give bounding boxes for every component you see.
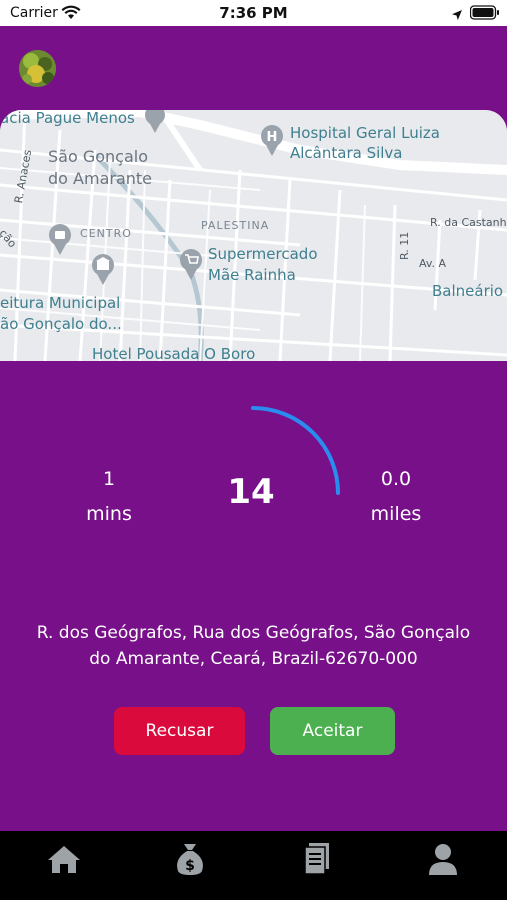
map-label-hospital: Hospital Geral Luiza: [290, 124, 440, 142]
map-label-balneario: Balneário c: [432, 282, 507, 300]
tab-bar: $: [0, 831, 507, 900]
map-label-r11: R. 11: [398, 231, 411, 260]
map-label-pharmacy: acia Pague Menos: [0, 110, 135, 127]
map-label-hospital-2: Alcântara Silva: [290, 144, 403, 162]
map-label-prefeitura-2: ão Gonçalo do...: [0, 315, 122, 333]
countdown-value: 14: [227, 472, 275, 512]
address-line-1: R. dos Geógrafos, Rua dos Geógrafos, São…: [36, 623, 471, 643]
svg-text:H: H: [267, 130, 278, 145]
address-line-2: do Amarante, Ceará, Brazil-62670-000: [89, 649, 418, 669]
distance-unit: miles: [370, 503, 422, 525]
status-bar: Carrier 7:36 PM: [0, 0, 507, 26]
map-label-centro: CENTRO: [80, 227, 132, 240]
map-label-av-a: Av. A: [419, 257, 447, 270]
profile-icon: [429, 844, 457, 875]
receipt-icon: [304, 843, 329, 875]
tab-home[interactable]: [44, 841, 84, 877]
map-label-city: São Gonçalo: [48, 147, 148, 166]
distance-metric: 0.0 miles: [365, 462, 427, 532]
map-view[interactable]: H acia Pague Menos Hospital Geral Luiza …: [0, 110, 507, 361]
tab-history[interactable]: [297, 841, 337, 877]
map-label-hotel: Hotel Pousada O Boro: [92, 345, 256, 361]
avatar[interactable]: [19, 50, 56, 87]
distance-value: 0.0: [380, 468, 412, 490]
map-label-prefeitura: eitura Municipal: [0, 294, 121, 312]
money-bag-icon: $: [177, 844, 203, 875]
map-label-city-2: do Amarante: [48, 169, 153, 188]
map-label-supermarket: Supermercado: [208, 245, 318, 263]
location-arrow-icon: [451, 6, 463, 25]
home-icon: [48, 846, 80, 873]
map-label-r-castanhe: R. da Castanhe: [430, 216, 507, 229]
duration-metric: 1 mins: [79, 462, 139, 532]
trip-summary: 1 mins 14 0.0 miles: [0, 400, 507, 540]
map-label-palestina: PALESTINA: [201, 219, 270, 232]
svg-text:$: $: [185, 858, 195, 874]
pickup-address: R. dos Geógrafos, Rua dos Geógrafos, São…: [20, 620, 487, 672]
duration-value: 1: [102, 468, 116, 490]
duration-unit: mins: [86, 503, 132, 525]
tab-earnings[interactable]: $: [170, 841, 210, 877]
reject-button[interactable]: Recusar: [114, 707, 245, 755]
accept-button[interactable]: Aceitar: [270, 707, 395, 755]
clock: 7:36 PM: [219, 4, 288, 22]
battery-icon: [469, 5, 500, 24]
tab-profile[interactable]: [423, 841, 463, 877]
map-label-supermarket-2: Mãe Rainha: [208, 266, 296, 284]
